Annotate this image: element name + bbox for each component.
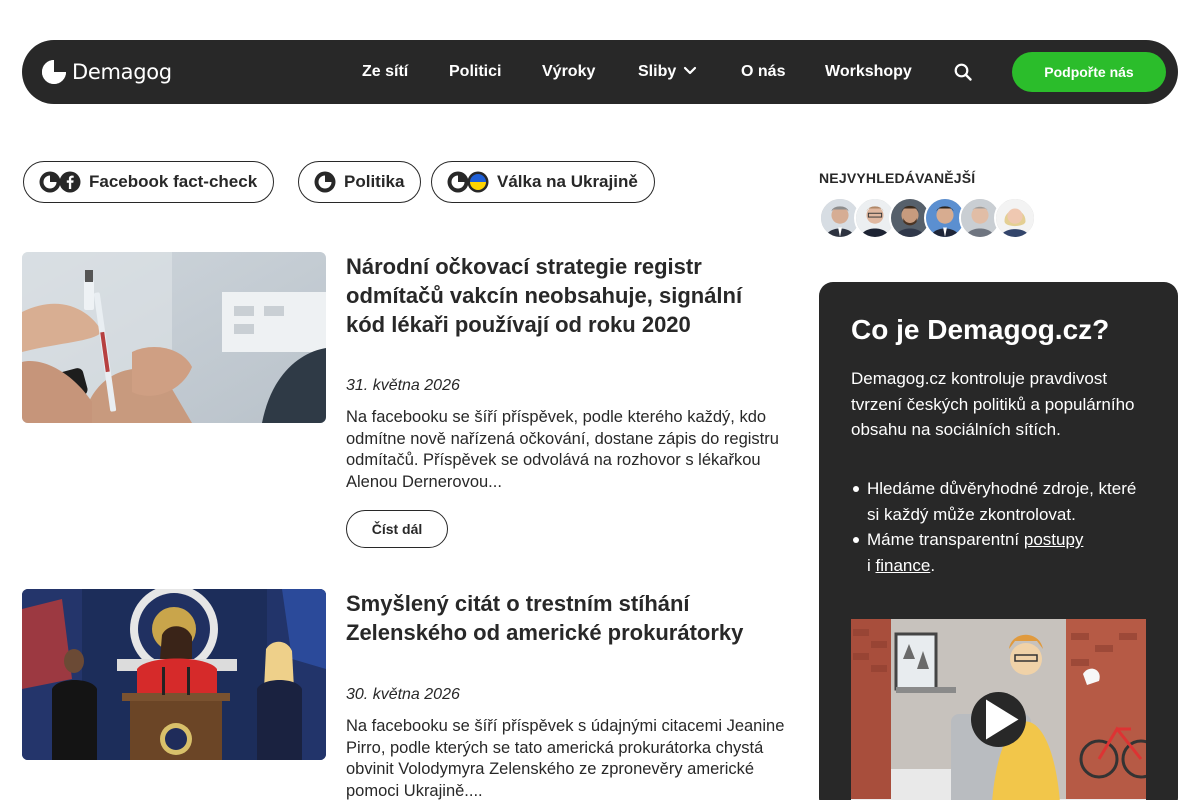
demagog-icon xyxy=(39,171,61,193)
about-bullet-text: i xyxy=(867,555,876,575)
chip-valka-na-ukrajine[interactable]: Válka na Ukrajině xyxy=(431,161,655,203)
chip-icons xyxy=(447,171,489,193)
support-us-button[interactable]: Podpořte nás xyxy=(1012,52,1166,92)
chevron-down-icon xyxy=(684,66,697,75)
most-searched-title: NEJVYHLEDÁVANĚJŠÍ xyxy=(819,170,976,186)
vaccine-photo xyxy=(22,252,326,423)
search-icon[interactable] xyxy=(953,62,973,82)
chip-politika[interactable]: Politika xyxy=(298,161,422,203)
chip-facebook-fact-check[interactable]: Facebook fact-check xyxy=(23,161,275,203)
play-icon xyxy=(986,699,1019,740)
finance-link[interactable]: finance xyxy=(876,556,931,575)
chip-label: Facebook fact-check xyxy=(89,172,258,191)
article-title[interactable]: Smyšlený citát o trestním stíhání Zelens… xyxy=(346,589,766,647)
article-image-vaccine[interactable] xyxy=(22,252,326,423)
avatar[interactable] xyxy=(994,197,1036,239)
nav-link-politici[interactable]: Politici xyxy=(449,62,501,82)
about-heading: Co je Demagog.cz? xyxy=(851,314,1110,345)
chip-label: Politika xyxy=(344,172,405,191)
about-list: Hledáme důvěryhodné zdroje, které si kaž… xyxy=(851,476,1151,578)
nav-link-o-nas[interactable]: O nás xyxy=(741,62,785,82)
about-card: Co je Demagog.cz? Demagog.cz kontroluje … xyxy=(819,282,1178,800)
demagog-icon xyxy=(447,171,469,193)
about-bullet-text: . xyxy=(930,555,936,575)
article-excerpt: Na facebooku se šíří příspěvek, podle kt… xyxy=(346,408,779,491)
nav-link-ze-siti[interactable]: Ze sítí xyxy=(362,62,408,82)
demagog-logo-icon xyxy=(42,60,66,84)
nav-link-vyroky[interactable]: Výroky xyxy=(542,62,595,82)
politician-photo xyxy=(996,199,1034,237)
chip-icons xyxy=(314,171,336,193)
article-excerpt: Na facebooku se šíří příspěvek s údajným… xyxy=(346,717,785,800)
chip-label: Válka na Ukrajině xyxy=(497,172,638,191)
logo-text: Demagog xyxy=(72,60,172,84)
about-intro: Demagog.cz kontroluje pravdivost tvrzení… xyxy=(851,369,1135,440)
nav-link-sliby-label: Sliby xyxy=(638,63,677,80)
article-image-press-conference[interactable] xyxy=(22,589,326,760)
ukraine-flag-icon xyxy=(467,171,489,193)
about-bullet: Hledáme důvěryhodné zdroje, které si kaž… xyxy=(851,476,1151,527)
press-conference-photo xyxy=(22,589,326,760)
most-searched-avatars xyxy=(819,197,1036,239)
about-bullet: Máme transparentní postupy i finance. xyxy=(851,527,1151,578)
postupy-link[interactable]: postupy xyxy=(1024,530,1084,549)
read-more-button[interactable]: Číst dál xyxy=(346,510,448,548)
logo[interactable]: Demagog xyxy=(41,59,172,85)
nav-link-sliby[interactable]: Sliby xyxy=(638,62,698,82)
demagog-icon xyxy=(314,171,336,193)
article-date: 30. května 2026 xyxy=(346,686,460,703)
play-button[interactable] xyxy=(971,692,1026,747)
article-title[interactable]: Národní očkovací strategie registr odmít… xyxy=(346,252,766,339)
about-bullet-text: Máme transparentní xyxy=(867,530,1024,550)
nav-link-workshopy[interactable]: Workshopy xyxy=(825,62,912,82)
chip-icons xyxy=(39,171,81,193)
article-date: 31. května 2026 xyxy=(346,377,460,394)
intro-video[interactable] xyxy=(851,619,1146,800)
top-navigation: Demagog Ze sítí Politici Výroky Sliby O … xyxy=(22,40,1178,104)
facebook-icon xyxy=(59,171,81,193)
